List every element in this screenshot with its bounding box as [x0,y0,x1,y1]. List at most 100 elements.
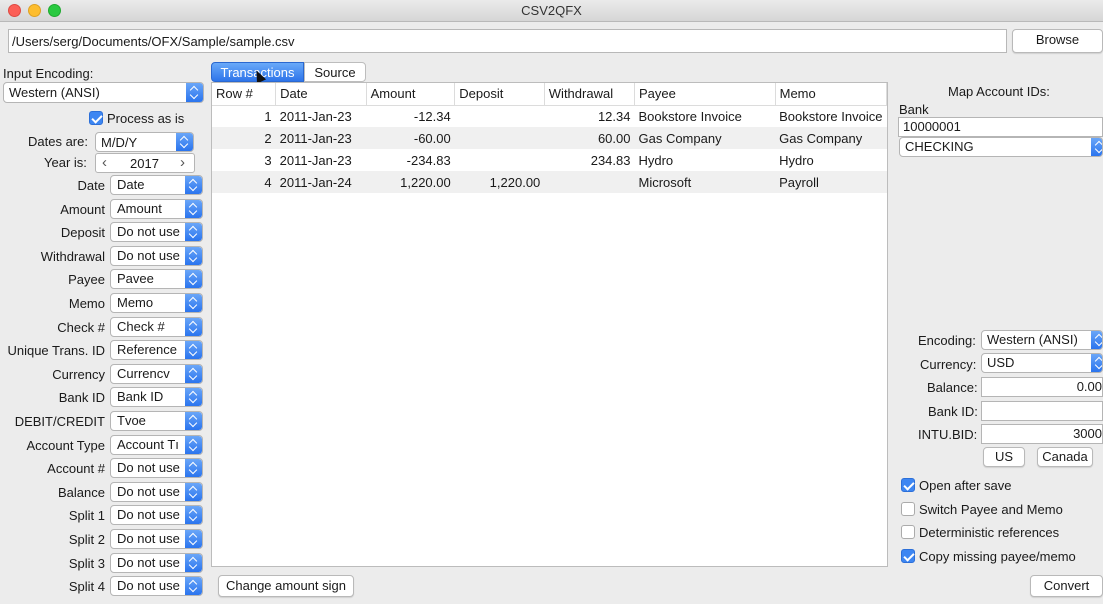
currency-select[interactable]: USD [981,353,1103,373]
canada-button[interactable]: Canada [1037,447,1093,467]
column-header[interactable]: Payee [634,83,776,106]
select-arrows-icon [185,435,202,454]
select-arrows-icon [185,506,202,525]
mapping-select[interactable]: Currencv [110,363,203,384]
file-path-field[interactable]: /Users/serg/Documents/OFX/Sample/sample.… [8,29,1007,53]
mapping-select[interactable]: Do not use [110,505,203,526]
column-header[interactable]: Date [275,83,367,106]
option-checkbox[interactable] [901,501,915,516]
bank-id-field[interactable] [981,401,1103,421]
year-is-label: Year is: [44,155,87,170]
intu-bid-field[interactable]: 3000 [981,424,1103,444]
option-checkbox[interactable] [901,549,915,564]
table-cell: 2 [212,127,276,149]
transactions-table[interactable]: Row # Date Amount Deposit Withdrawal Payee Mem… [211,82,888,567]
output-encoding-select[interactable]: Western (ANSI) [981,330,1103,350]
us-button[interactable]: US [983,447,1025,467]
year-stepper[interactable]: ‹ 2017 › [95,153,195,173]
mapping-select[interactable]: Do not use [110,576,203,597]
mapping-select[interactable]: Do not use [110,529,203,549]
mapping-label: Payee [68,272,105,288]
select-arrows-icon [185,530,202,548]
mapping-select-value: Do not use [117,460,180,476]
table-cell: 3 [264,152,272,168]
mapping-select[interactable]: Tvoe [110,411,203,431]
table-cell: Bookstore Invoice [779,108,883,124]
year-next-icon[interactable]: › [180,154,185,171]
output-options: Open after save Switch Payee and Memo Dete… [895,475,1103,570]
table-row[interactable]: 3 2011-Jan-23 -234.83 234.83 Hydro Hydro [212,149,887,171]
option-label: Switch Payee and Memo [919,501,1063,517]
option-checkbox[interactable] [901,525,915,540]
column-header[interactable]: Amount [366,83,456,106]
column-header[interactable]: Memo [775,83,888,106]
currency-value: USD [987,355,1015,370]
year-prev-icon[interactable]: ‹ [102,154,107,171]
select-arrows-icon [1091,331,1102,349]
select-arrows-icon [185,412,202,430]
mapping-select-value: Do not use [117,507,180,523]
table-row[interactable]: 4 2011-Jan-24 1,220.00 1,220.00 Microsoft Pay… [212,171,887,193]
column-header[interactable]: Withdrawal [544,83,635,106]
process-as-is-label: Process as is [107,111,185,126]
input-encoding-select[interactable]: Western (ANSI) [3,82,204,103]
browse-button[interactable]: Browse [1012,29,1103,53]
select-arrows-icon [185,553,202,572]
table-cell: 1,220.00 [454,171,545,193]
mapping-select[interactable]: Pavee [110,269,203,290]
mapping-select[interactable]: Bank ID [110,387,203,408]
table-cell [454,127,545,149]
process-as-is-checkbox[interactable] [89,111,103,125]
mapping-select-value: Do not use [117,554,180,570]
select-arrows-icon [185,246,202,265]
mapping-select[interactable]: Date [110,175,203,195]
column-header[interactable]: Row # [212,83,277,106]
select-arrows-icon [185,176,202,194]
select-arrows-icon [1091,354,1102,372]
option-checkbox[interactable] [901,478,915,492]
mapping-select-value: Check # [117,318,165,334]
mapping-select[interactable]: Account Tı [110,434,203,455]
table-cell: 1,220.00 [366,171,455,193]
mapping-select[interactable]: Do not use [110,481,203,502]
mapping-select[interactable]: Do not use [110,245,203,266]
select-arrows-icon [185,270,202,289]
mapping-label: Balance [58,484,105,500]
tab-source[interactable]: Source [304,62,366,82]
mapping-select-value: Do not use [117,483,180,499]
bank-account-field[interactable]: 10000001 [898,117,1103,137]
table-row[interactable]: 1 2011-Jan-23 -12.34 12.34 Bookstore Invoice… [212,105,887,127]
balance-field[interactable]: 0.00 [981,377,1103,397]
dates-format-select[interactable]: M/D/Y [95,132,194,152]
mapping-select[interactable]: Memo [110,293,203,313]
option-label: Open after save [919,478,1012,493]
convert-button[interactable]: Convert [1030,575,1103,597]
table-cell: Hydro [779,152,814,168]
table-cell: -234.83 [406,152,451,168]
option-label: Deterministic references [919,525,1060,541]
mapping-label: Currency [52,366,105,382]
mapping-select-value: Pavee [117,271,154,287]
mapping-select[interactable]: Do not use [110,222,203,243]
mapping-select[interactable]: Check # [110,316,203,337]
map-account-ids-title: Map Account IDs: [948,84,1050,99]
year-value: 2017 [130,156,159,171]
mapping-select[interactable]: Amount [110,198,203,219]
account-type-select[interactable]: CHECKING [899,137,1103,157]
select-arrows-icon [185,459,202,478]
table-cell: Microsoft [634,171,776,193]
mapping-label: Account # [47,461,105,477]
change-amount-sign-button[interactable]: Change amount sign [218,575,354,597]
mapping-label: Check # [57,319,105,335]
table-row[interactable]: 2 2011-Jan-23 -60.00 60.00 Gas Company Gas Co… [212,127,887,149]
mapping-select[interactable]: Reference [110,340,203,361]
mapping-select[interactable]: Do not use [110,458,203,479]
mapping-label: Split 2 [68,532,105,547]
table-cell [455,105,545,127]
table-cell: Gas Company [634,127,776,149]
select-arrows-icon [185,577,202,596]
mapping-select[interactable]: Do not use [110,552,203,573]
table-cell: 60.00 [544,127,635,149]
column-header[interactable]: Deposit [454,83,545,106]
bank-id-label: Bank ID: [928,404,978,419]
